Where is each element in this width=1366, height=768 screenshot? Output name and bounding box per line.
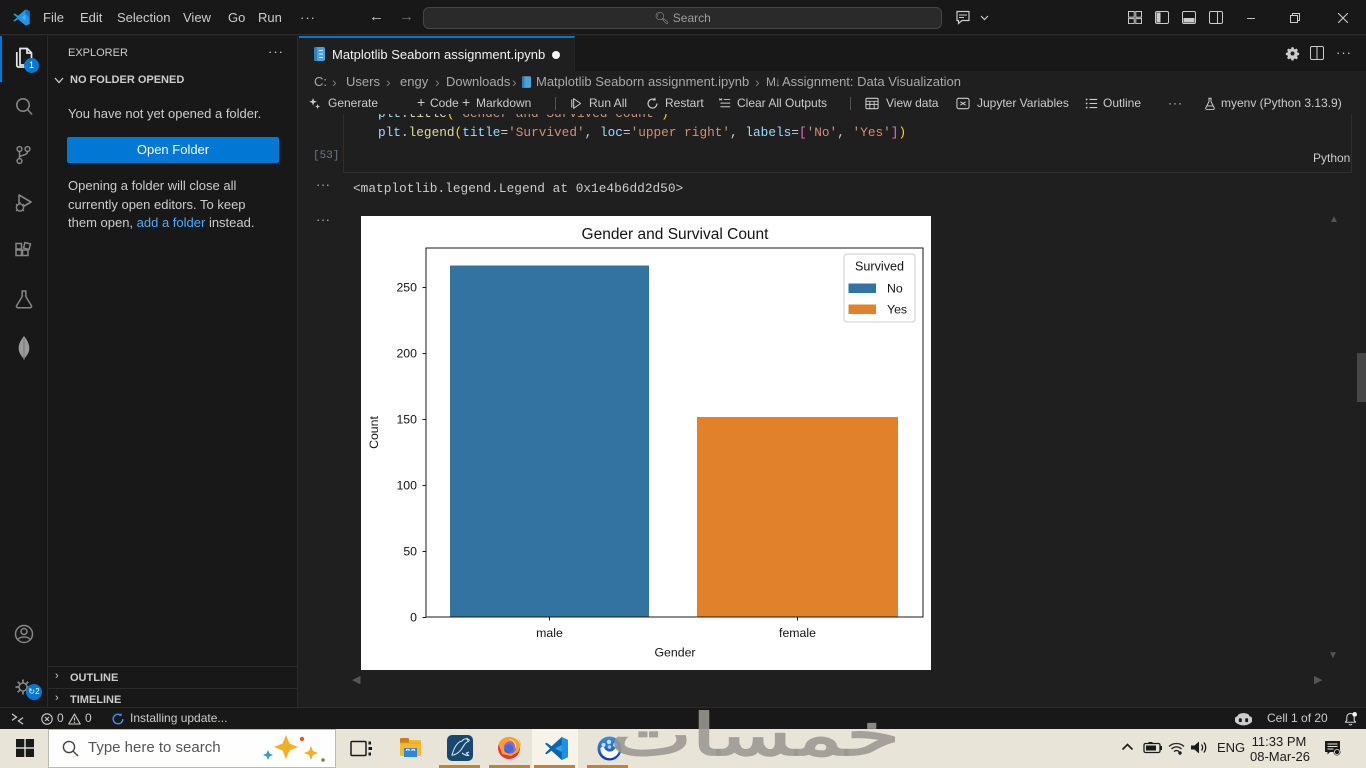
svg-text:No: No [887,282,903,296]
svg-text:female: female [779,626,816,640]
svg-text:250: 250 [396,281,417,295]
svg-text:Gender and Survival Count: Gender and Survival Count [582,226,770,243]
svg-text:100: 100 [396,479,417,493]
svg-text:Yes: Yes [887,303,907,317]
svg-text:male: male [536,626,563,640]
svg-text:150: 150 [396,413,417,427]
svg-text:0: 0 [410,611,417,625]
svg-text:Survived: Survived [855,260,904,274]
svg-text:50: 50 [403,545,417,559]
svg-text:Count: Count [367,416,381,449]
svg-text:Gender: Gender [654,646,695,660]
svg-text:200: 200 [396,347,417,361]
